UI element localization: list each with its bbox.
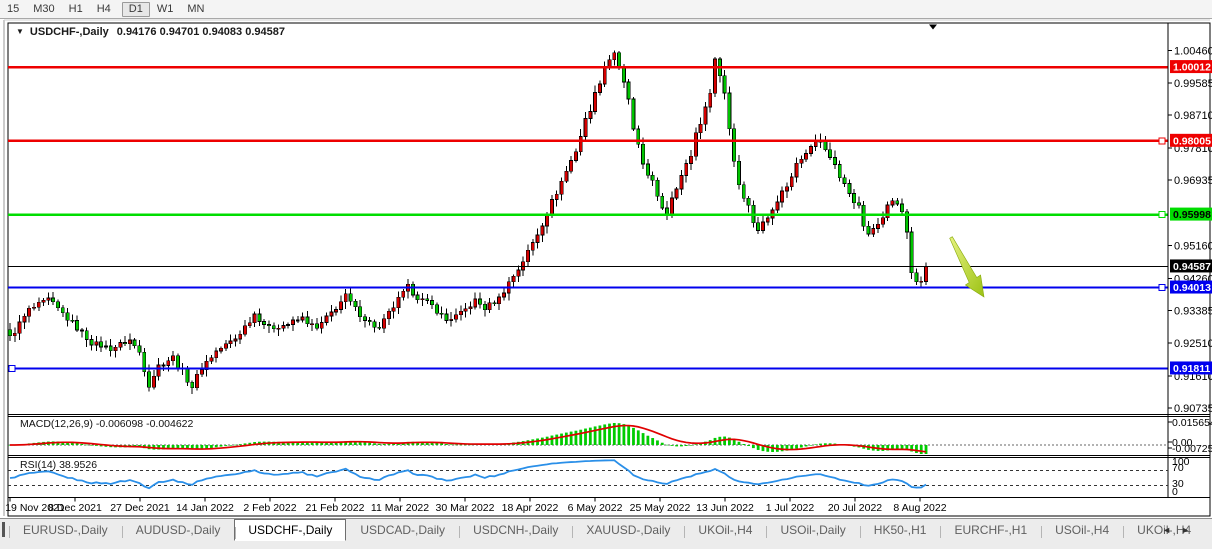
svg-text:0.91811: 0.91811	[1173, 363, 1211, 375]
timeframe-button-list: 15M30H1H4 D1W1MN	[0, 0, 211, 18]
symbol-tab[interactable]: EURCHF-,H1	[940, 519, 1041, 540]
timeframe-button[interactable]: W1	[150, 2, 181, 17]
timeframe-button[interactable]: H1	[62, 2, 90, 17]
rsi-axis-label: 70	[1172, 462, 1184, 474]
symbol-tab[interactable]: USDCNH-,Daily	[459, 519, 572, 540]
hline-handle[interactable]	[9, 365, 15, 371]
chart-canvas[interactable]: 1.004600.995850.987100.978100.969350.951…	[0, 0, 1212, 549]
hline-handle[interactable]	[1159, 285, 1165, 291]
date-label: 1 Jul 2022	[766, 502, 815, 514]
price-axis-label: 0.96935	[1174, 175, 1212, 187]
price-axis-label: 0.92510	[1174, 338, 1212, 350]
date-label: 6 May 2022	[568, 502, 623, 514]
svg-text:1.00012: 1.00012	[1173, 62, 1211, 74]
symbol-tab[interactable]: USOil-,Daily	[766, 519, 859, 540]
price-axis-label: 0.93385	[1174, 306, 1212, 318]
chart-dropdown-triangle-icon[interactable]: ▼	[16, 27, 24, 36]
date-label: 14 Jan 2022	[176, 502, 234, 514]
symbol-tab-list: EURUSD-,DailyAUDUSD-,DailyUSDCHF-,DailyU…	[9, 519, 1205, 541]
macd-axis-label: -0.007259	[1172, 443, 1212, 455]
date-label: 13 Jun 2022	[696, 502, 754, 514]
svg-text:0.94587: 0.94587	[1173, 261, 1211, 273]
date-label: 8 Aug 2022	[893, 502, 946, 514]
symbol-tab[interactable]: USDCHF-,Daily	[234, 519, 346, 541]
price-axis-label: 0.98710	[1174, 110, 1212, 122]
date-label: 30 Mar 2022	[436, 502, 495, 514]
timeframe-button[interactable]: MN	[180, 2, 211, 17]
price-axis-label: 0.99585	[1174, 78, 1212, 90]
tab-scroll-right-icon[interactable]: ►	[1181, 525, 1190, 535]
hline-handle[interactable]	[1159, 212, 1165, 218]
date-label: 8 Dec 2021	[48, 502, 102, 514]
symbol-tab[interactable]: AUDUSD-,Daily	[122, 519, 235, 540]
rsi-indicator-label: RSI(14) 38.9526	[20, 459, 97, 471]
symbol-tab[interactable]: USDCAD-,Daily	[346, 519, 459, 540]
symbol-tab[interactable]: EURUSD-,Daily	[9, 519, 122, 540]
mt4-chart-window: { "toolbar": { "timeframes": [ {"label":…	[0, 0, 1212, 549]
rsi-axis-label: 0	[1172, 486, 1178, 498]
chart-title: ▼ USDCHF-,Daily 0.94176 0.94701 0.94083 0.…	[16, 26, 285, 38]
timeframe-button[interactable]: 15	[0, 2, 26, 17]
symbol-tab[interactable]: XAUUSD-,Daily	[572, 519, 684, 540]
date-label: 27 Dec 2021	[110, 502, 170, 514]
price-axis-label: 0.95160	[1174, 240, 1212, 252]
svg-text:0.95998: 0.95998	[1173, 209, 1211, 221]
hline-handle[interactable]	[1159, 138, 1165, 144]
macd-indicator-label: MACD(12,26,9) -0.006098 -0.004622	[20, 418, 193, 430]
tabbar-notch	[2, 522, 5, 537]
chart-symbol-label: USDCHF-,Daily	[30, 26, 109, 38]
timeframe-toolbar: 15M30H1H4 D1W1MN	[0, 0, 1212, 19]
tab-scroll-left-icon[interactable]: ◄	[1162, 525, 1171, 535]
svg-text:0.94013: 0.94013	[1173, 282, 1211, 294]
tab-scroll-controls: ◄ ►	[1162, 525, 1190, 535]
date-label: 20 Jul 2022	[828, 502, 882, 514]
timeframe-button[interactable]: H4	[90, 2, 118, 17]
price-axis-label: 1.00460	[1174, 46, 1212, 58]
price-axis-label: 0.90735	[1174, 403, 1212, 415]
date-label: 18 Apr 2022	[502, 502, 559, 514]
macd-axis-label: 0.015654	[1172, 417, 1212, 429]
timeframe-button[interactable]: D1	[122, 2, 150, 17]
chart-ohlc-values: 0.94176 0.94701 0.94083 0.94587	[117, 26, 285, 38]
date-label: 21 Feb 2022	[306, 502, 365, 514]
symbol-tab[interactable]: USOil-,H4	[1041, 519, 1123, 540]
timeframe-button[interactable]: M30	[26, 2, 61, 17]
symbol-tab-bar: EURUSD-,DailyAUDUSD-,DailyUSDCHF-,DailyU…	[0, 518, 1212, 549]
date-label: 2 Feb 2022	[243, 502, 296, 514]
svg-text:0.98005: 0.98005	[1173, 135, 1211, 147]
date-label: 25 May 2022	[630, 502, 691, 514]
date-label: 11 Mar 2022	[371, 502, 429, 514]
symbol-tab[interactable]: HK50-,H1	[860, 519, 941, 540]
symbol-tab[interactable]: UKOil-,H4	[684, 519, 766, 540]
